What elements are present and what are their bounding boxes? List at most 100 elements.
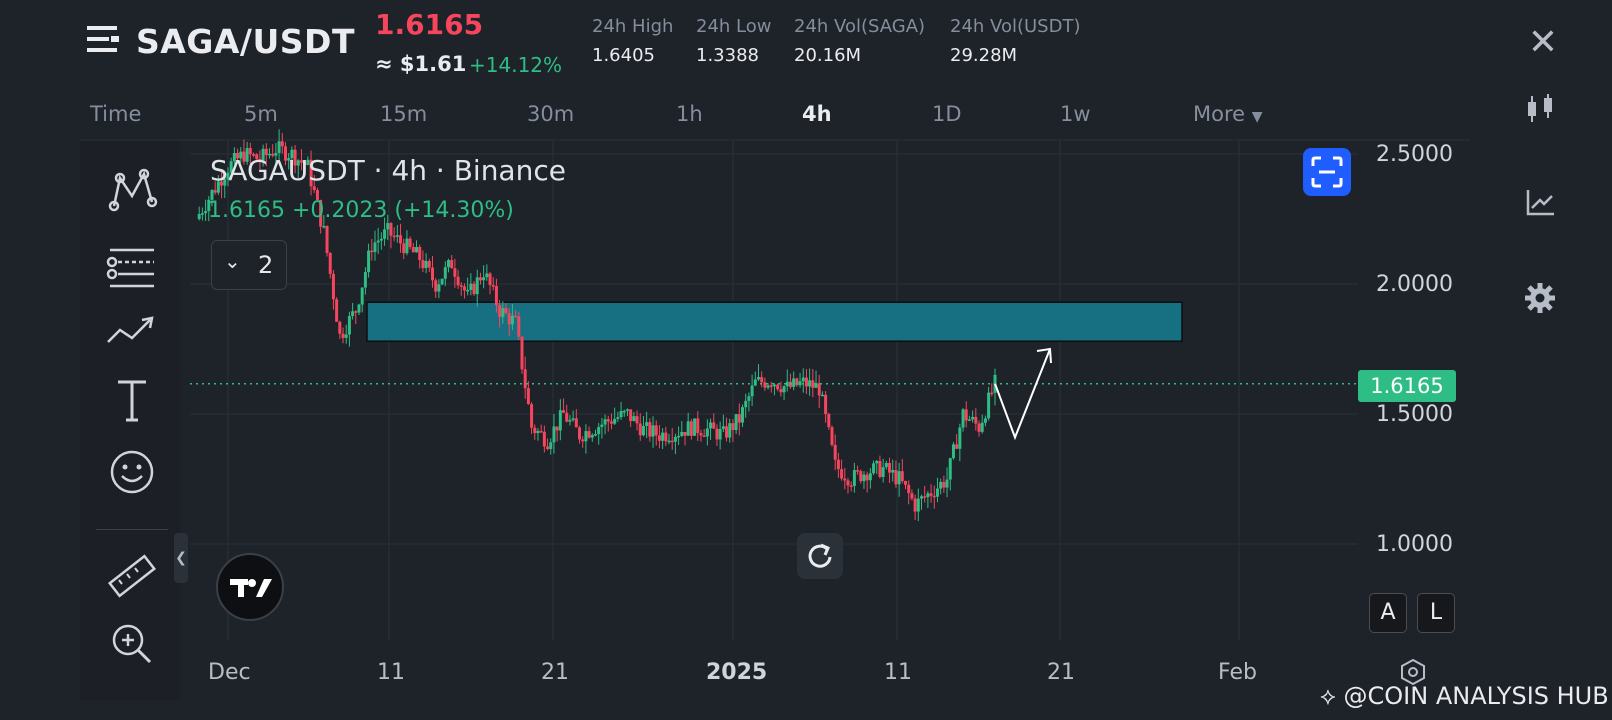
candle-body (891, 470, 895, 473)
candle-body (424, 260, 428, 269)
indicators-icon[interactable] (1522, 184, 1558, 220)
candle-body (360, 287, 364, 305)
candle-body (974, 416, 978, 424)
indicator-collapse-button[interactable]: ⌄ 2 (211, 240, 287, 290)
candle-body (926, 493, 930, 498)
candle-body (421, 260, 425, 269)
y-tick-label: 1.5000 (1376, 402, 1453, 427)
candle-body (833, 444, 837, 460)
candle-body (389, 223, 393, 236)
chart-legend-symbol: SAGAUSDT · 4h · Binance (210, 154, 566, 187)
candle-body (897, 471, 901, 485)
candle-body (849, 485, 853, 487)
candle-body (718, 429, 722, 440)
candle-body (629, 409, 633, 422)
candle-body (600, 424, 604, 428)
refresh-icon (808, 543, 832, 568)
candle-body (884, 463, 888, 468)
y-tick-label: 2.0000 (1376, 272, 1453, 297)
candle-body (402, 243, 406, 254)
candle-body (514, 315, 518, 318)
candle-body (523, 369, 527, 389)
candle-body (779, 389, 783, 393)
candle-body (919, 496, 923, 499)
candle-body (766, 385, 770, 388)
auto-scale-button[interactable]: A (1369, 593, 1407, 633)
chevron-down-icon: ⌄ (224, 249, 241, 273)
candle-body (977, 423, 981, 432)
candle-body (737, 414, 741, 423)
x-tick-label: 2025 (706, 660, 768, 685)
candle-body (357, 304, 361, 313)
candle-body (641, 425, 645, 436)
candle-body (533, 427, 537, 434)
current-price-tag: 1.6165 (1358, 370, 1456, 402)
candle-body (677, 435, 681, 438)
projection-path (994, 348, 1051, 441)
candle-body (408, 238, 412, 247)
candle-body (386, 223, 390, 230)
candle-body (990, 392, 994, 395)
x-tick-label: 21 (541, 660, 569, 685)
candle-body (335, 299, 339, 322)
candle-body (987, 392, 991, 419)
candle-body (501, 308, 505, 317)
candle-body (955, 444, 959, 449)
candle-body (769, 385, 773, 387)
candle-body (542, 431, 546, 447)
candle-body (520, 336, 524, 370)
candle-body (932, 495, 936, 498)
indicator-count: 2 (258, 251, 274, 279)
candle-body (756, 377, 760, 380)
tradingview-icon (230, 579, 272, 597)
candle-body (325, 225, 329, 253)
watermark-text: @COIN ANALYSIS HUB (1343, 682, 1609, 710)
candle-body (469, 283, 473, 290)
candle-body (709, 422, 713, 429)
candle-body (859, 471, 863, 482)
candle-body (488, 273, 492, 286)
candle-body (578, 427, 582, 440)
candle-body (712, 422, 716, 429)
candle-body (721, 426, 725, 430)
candle-body (785, 381, 789, 387)
candle-body (498, 305, 502, 317)
reset-chart-button[interactable] (797, 533, 843, 579)
candle-body (725, 426, 729, 438)
candle-body (597, 427, 601, 435)
candle-body (363, 272, 367, 288)
candle-body (804, 377, 808, 387)
candle-body (427, 260, 431, 268)
candle-body (213, 190, 217, 193)
resistance-zone (366, 301, 1183, 342)
candle-body (836, 459, 840, 470)
fullscreen-button[interactable] (1303, 148, 1351, 196)
candle-body (817, 383, 821, 396)
tradingview-logo[interactable] (216, 553, 284, 621)
candle-body (431, 267, 435, 281)
candle-body (683, 432, 687, 436)
candle-body (568, 419, 572, 422)
candle-body (613, 418, 617, 424)
candle-body (820, 394, 824, 397)
fullscreen-icon (1311, 156, 1343, 188)
candle-body (530, 404, 534, 428)
candle-body (772, 384, 776, 387)
candle-body (763, 382, 767, 388)
log-scale-button[interactable]: L (1417, 593, 1455, 633)
settings-gear-icon[interactable] (1522, 280, 1558, 316)
candle-body (338, 321, 342, 334)
candle-body (904, 480, 908, 485)
candlestick-type-icon[interactable] (1522, 90, 1558, 126)
candle-body (197, 213, 201, 219)
candle-body (731, 423, 735, 430)
candle-body (878, 461, 882, 477)
candle-body (693, 418, 697, 436)
candle-body (664, 432, 668, 442)
candle-body (462, 286, 466, 291)
candle-body (865, 474, 869, 481)
candle-body (587, 431, 591, 438)
candle-body (948, 458, 952, 480)
candle-body (705, 428, 709, 437)
candle-body (686, 421, 690, 436)
